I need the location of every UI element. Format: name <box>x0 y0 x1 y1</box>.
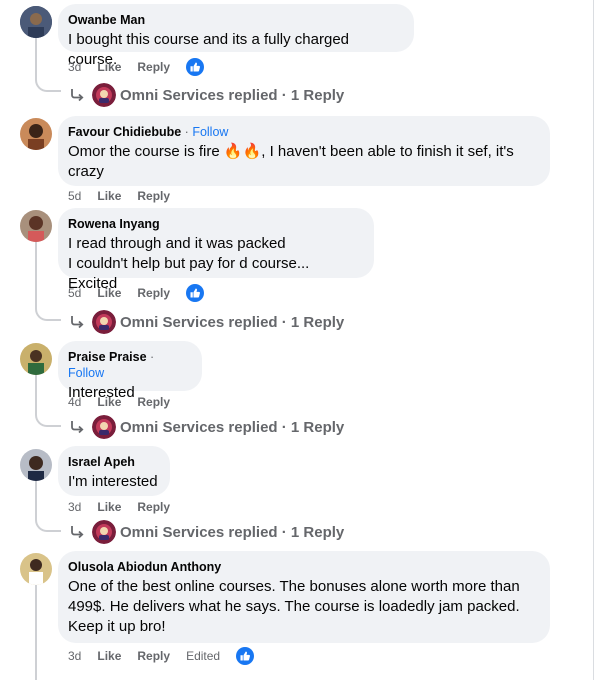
comment-text: Omor the course is fire 🔥🔥, I haven't be… <box>68 143 514 160</box>
omni-services-avatar <box>92 520 116 544</box>
like-button[interactable]: Like <box>97 60 121 74</box>
like-thumb-icon[interactable] <box>186 58 205 76</box>
comment-bubble: Praise Praise · Follow Interested <box>58 341 202 401</box>
comment-author[interactable]: Owanbe Man <box>68 13 145 27</box>
thread-line <box>35 38 37 74</box>
avatar[interactable] <box>20 6 52 38</box>
comment-text: I'm interested <box>68 473 158 490</box>
thread-curve <box>35 303 61 321</box>
avatar[interactable] <box>20 553 52 585</box>
view-replies-link[interactable]: Omni Services replied · 1 Reply <box>68 309 344 335</box>
comment-bubble: Israel Apeh I'm interested <box>58 446 170 496</box>
reply-arrow-icon <box>71 421 84 434</box>
comment-text: Keep it up bro! <box>68 618 166 635</box>
like-thumb-icon[interactable] <box>236 647 255 665</box>
comment-bubble: Favour Chidiebube · Follow Omor the cour… <box>58 116 550 186</box>
reply-summary-text[interactable]: Omni Services replied · 1 Reply <box>120 87 344 104</box>
comment-author[interactable]: Praise Praise <box>68 350 147 364</box>
reply-button[interactable]: Reply <box>137 286 170 300</box>
avatar[interactable] <box>20 210 52 242</box>
comments-pane: Owanbe Man I bought this course and its … <box>0 0 598 680</box>
thread-line <box>35 242 37 303</box>
like-button[interactable]: Like <box>97 395 121 409</box>
thread-line <box>35 585 37 680</box>
avatar[interactable] <box>20 118 52 150</box>
avatar[interactable] <box>20 343 52 375</box>
omni-services-avatar <box>92 310 116 334</box>
comment-time[interactable]: 5d <box>68 189 81 203</box>
follow-separator: · <box>146 350 155 364</box>
thread-line <box>35 481 37 514</box>
like-thumb-icon[interactable] <box>186 284 205 302</box>
avatar[interactable] <box>20 449 52 481</box>
reply-summary-text[interactable]: Omni Services replied · 1 Reply <box>120 524 344 541</box>
comment-actions: 4d Like Reply <box>68 392 186 412</box>
comment-bubble: Olusola Abiodun Anthony One of the best … <box>58 551 550 643</box>
comment-text: One of the best online courses. The bonu… <box>68 578 520 595</box>
like-button[interactable]: Like <box>97 500 121 514</box>
reply-summary-text[interactable]: Omni Services replied · 1 Reply <box>120 314 344 331</box>
comment-text: 499$. He delivers what he says. The cour… <box>68 598 520 615</box>
like-button[interactable]: Like <box>97 649 121 663</box>
comment-actions: 3d Like Reply Edited <box>68 646 255 666</box>
reply-arrow-icon <box>71 89 84 102</box>
comment-time[interactable]: 3d <box>68 60 81 74</box>
reply-button[interactable]: Reply <box>137 649 170 663</box>
reply-button[interactable]: Reply <box>137 500 170 514</box>
comment-text: crazy <box>68 163 104 180</box>
view-replies-link[interactable]: Omni Services replied · 1 Reply <box>68 414 344 440</box>
thread-curve <box>35 409 61 427</box>
omni-services-avatar <box>92 415 116 439</box>
view-replies-link[interactable]: Omni Services replied · 1 Reply <box>68 519 344 545</box>
follow-link[interactable]: Follow <box>68 366 104 380</box>
comment-author[interactable]: Olusola Abiodun Anthony <box>68 560 221 574</box>
comment-actions: 5d Like Reply <box>68 283 205 303</box>
comment-bubble: Owanbe Man I bought this course and its … <box>58 4 414 68</box>
comment-actions: 3d Like Reply <box>68 497 186 517</box>
reply-button[interactable]: Reply <box>137 60 170 74</box>
follow-link[interactable]: Follow <box>192 125 228 139</box>
comment-actions: 5d Like Reply <box>68 186 186 206</box>
comment-time[interactable]: 3d <box>68 649 81 663</box>
like-button[interactable]: Like <box>97 189 121 203</box>
reply-button[interactable]: Reply <box>137 395 170 409</box>
like-button[interactable]: Like <box>97 286 121 300</box>
comment-author[interactable]: Favour Chidiebube <box>68 125 181 139</box>
comment-text: I read through and it was packed <box>68 235 286 252</box>
thread-line <box>35 375 37 409</box>
comment-time[interactable]: 4d <box>68 395 81 409</box>
comment-author[interactable]: Israel Apeh <box>68 455 135 469</box>
comment-actions: 3d Like Reply <box>68 57 205 77</box>
reply-arrow-icon <box>71 526 84 539</box>
reply-summary-text[interactable]: Omni Services replied · 1 Reply <box>120 419 344 436</box>
comment-time[interactable]: 5d <box>68 286 81 300</box>
comment-bubble: Rowena Inyang I read through and it was … <box>58 208 374 292</box>
thread-curve <box>35 514 61 532</box>
view-replies-link[interactable]: Omni Services replied · 1 Reply <box>68 82 344 108</box>
comment-author[interactable]: Rowena Inyang <box>68 217 160 231</box>
follow-separator: · <box>181 125 193 139</box>
comment-time[interactable]: 3d <box>68 500 81 514</box>
omni-services-avatar <box>92 83 116 107</box>
edited-label: Edited <box>186 649 221 663</box>
reply-arrow-icon <box>71 316 84 329</box>
thread-curve <box>35 74 61 92</box>
reply-button[interactable]: Reply <box>137 189 170 203</box>
